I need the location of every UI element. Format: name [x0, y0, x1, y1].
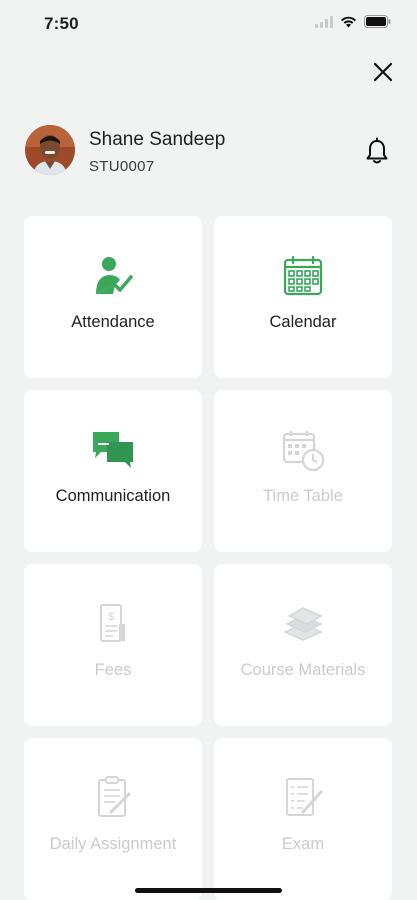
timetable-icon — [282, 431, 325, 472]
assignment-icon — [98, 776, 131, 817]
menu-grid: Attendance Calendar Communication Time T… — [24, 216, 392, 900]
student-id: STU0007 — [89, 158, 155, 175]
menu-tile-label: Exam — [281, 835, 325, 853]
menu-tile-daily-assignment[interactable]: Daily Assignment — [24, 738, 202, 900]
status-icons — [315, 15, 391, 28]
menu-tile-label: Communication — [55, 487, 171, 505]
close-button[interactable] — [369, 58, 397, 86]
fees-receipt-icon: $ — [100, 604, 125, 642]
user-name: Shane Sandeep — [89, 129, 226, 150]
menu-tile-label: Attendance — [71, 313, 155, 331]
home-indicator — [135, 888, 282, 893]
svg-text:$: $ — [108, 611, 114, 623]
chat-icon — [93, 432, 133, 468]
menu-tile-label: Calendar — [269, 313, 337, 331]
menu-tile-course-materials[interactable]: Course Materials — [214, 564, 392, 726]
menu-tile-calendar[interactable]: Calendar — [214, 216, 392, 378]
battery-icon — [364, 15, 391, 28]
books-icon — [283, 607, 323, 641]
profile-header: Shane Sandeep STU0007 — [25, 125, 392, 177]
menu-tile-fees[interactable]: $ Fees — [24, 564, 202, 726]
avatar[interactable] — [25, 125, 75, 175]
status-bar: 7:50 — [0, 0, 417, 46]
exam-icon — [286, 778, 323, 816]
attendance-icon — [96, 257, 133, 294]
menu-tile-label: Time Table — [263, 487, 343, 505]
status-time: 7:50 — [44, 14, 79, 33]
calendar-icon — [283, 255, 323, 296]
notifications-button[interactable] — [364, 137, 390, 165]
bell-icon — [366, 137, 388, 164]
menu-tile-label: Fees — [94, 661, 132, 679]
wifi-icon — [341, 16, 356, 28]
signal-icon — [315, 15, 333, 28]
close-icon — [373, 62, 393, 82]
avatar-photo — [25, 125, 75, 175]
menu-tile-time-table[interactable]: Time Table — [214, 390, 392, 552]
menu-tile-label: Course Materials — [240, 661, 366, 679]
menu-tile-communication[interactable]: Communication — [24, 390, 202, 552]
menu-tile-attendance[interactable]: Attendance — [24, 216, 202, 378]
menu-tile-exam[interactable]: Exam — [214, 738, 392, 900]
menu-tile-label: Daily Assignment — [49, 835, 177, 853]
